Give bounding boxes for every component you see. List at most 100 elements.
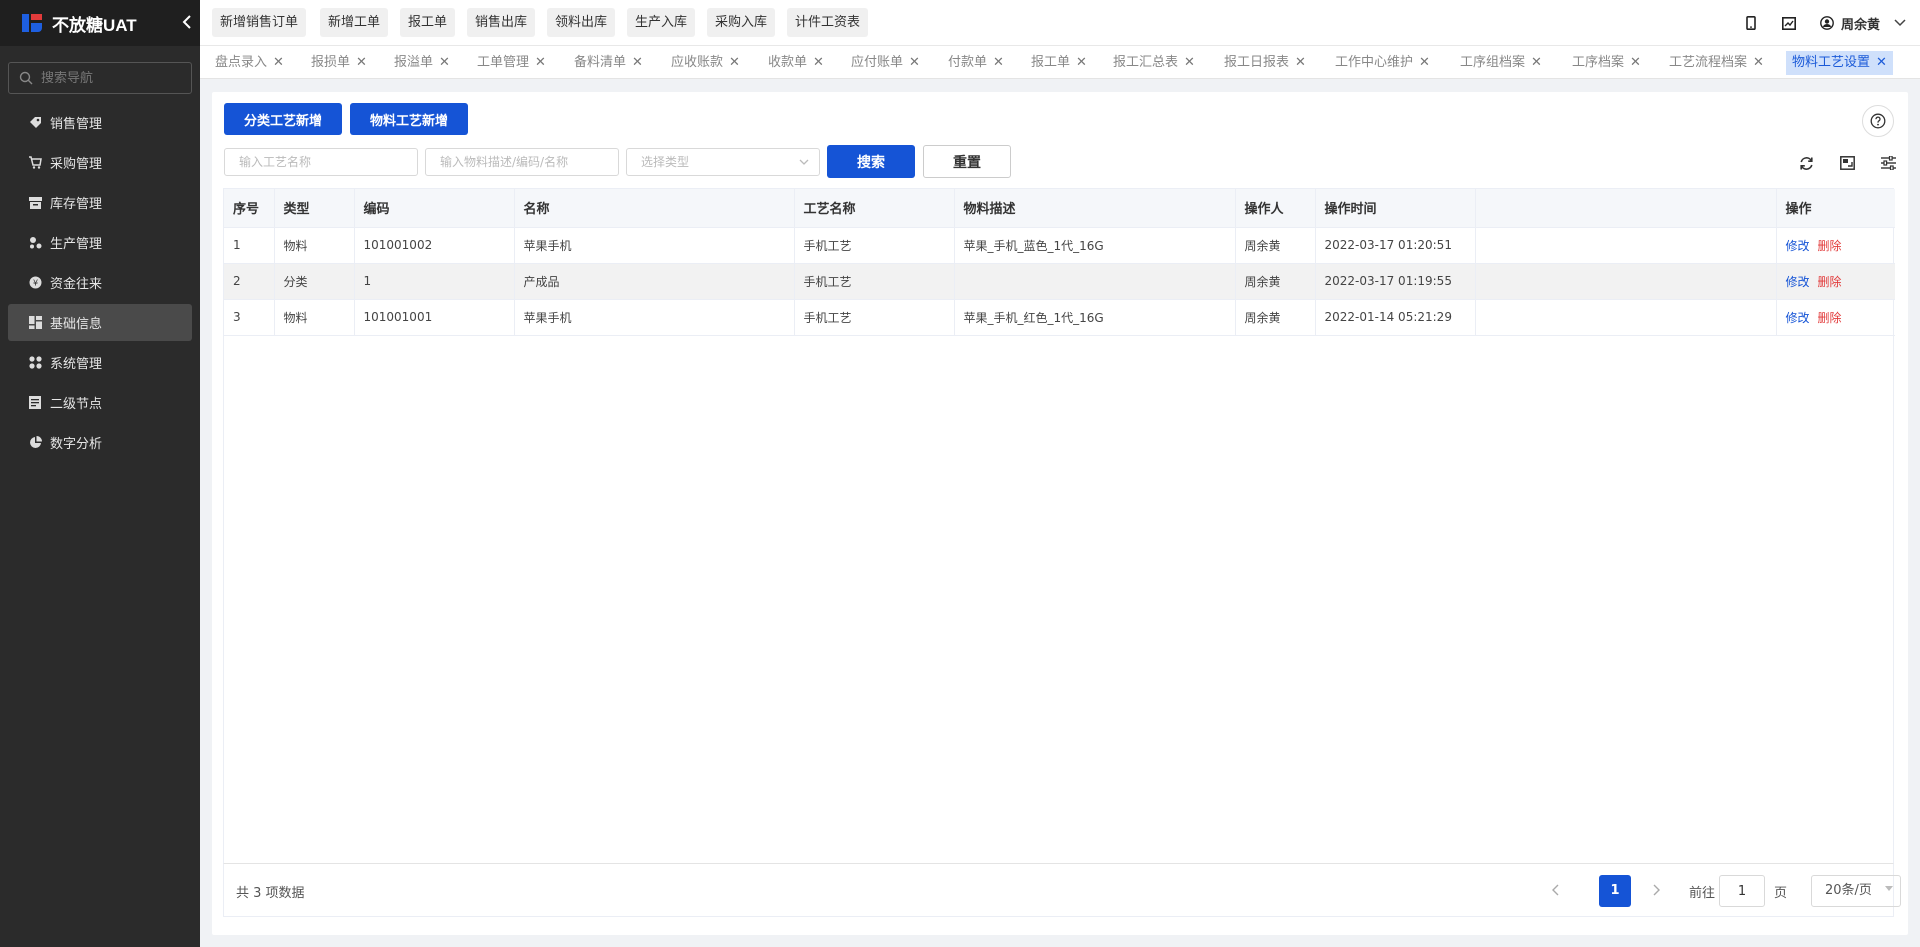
tab-material-list[interactable]: 备料清单 ✕ <box>568 51 649 75</box>
tab-process-group[interactable]: 工序组档案 ✕ <box>1454 51 1548 75</box>
tab-process-archive[interactable]: 工序档案 ✕ <box>1566 51 1647 75</box>
edit-link[interactable]: 修改 <box>1786 311 1810 325</box>
pagination: 共 3 项数据 1 前往 页 20条/页 <box>223 863 1901 917</box>
density-icon[interactable] <box>1838 154 1856 172</box>
sidebar-item-production[interactable]: 生产管理 <box>8 224 192 261</box>
close-icon[interactable]: ✕ <box>1419 51 1430 75</box>
sidebar-item-basic-info[interactable]: 基础信息 <box>8 304 192 341</box>
tab-process-flow[interactable]: 工艺流程档案 ✕ <box>1663 51 1770 75</box>
sidebar-item-inventory[interactable]: 库存管理 <box>8 184 192 221</box>
fullscreen-icon[interactable] <box>1781 15 1797 31</box>
goto-page-input[interactable] <box>1719 875 1765 907</box>
cell-desc: 苹果_手机_红色_1代_16G <box>954 299 1236 336</box>
sidebar-item-label: 资金往来 <box>50 277 103 292</box>
delete-link[interactable]: 删除 <box>1818 311 1842 325</box>
nav-search-input[interactable] <box>41 70 181 86</box>
process-name-input[interactable] <box>224 148 418 176</box>
quick-purchase-inbound-button[interactable]: 采购入库 <box>707 8 776 37</box>
quick-work-report-button[interactable]: 报工单 <box>400 8 456 37</box>
search-button[interactable]: 搜索 <box>827 145 915 178</box>
tab-work-center[interactable]: 工作中心维护 ✕ <box>1329 51 1436 75</box>
close-icon[interactable]: ✕ <box>729 51 740 75</box>
user-icon[interactable] <box>1819 15 1835 31</box>
delete-link[interactable]: 删除 <box>1818 275 1842 289</box>
close-icon[interactable]: ✕ <box>909 51 920 75</box>
close-icon[interactable]: ✕ <box>535 51 546 75</box>
dashboard-icon <box>28 316 42 330</box>
cell-desc <box>954 263 1236 300</box>
chevron-down-icon[interactable] <box>1894 19 1906 27</box>
sidebar-item-purchase[interactable]: 采购管理 <box>8 144 192 181</box>
refresh-icon[interactable] <box>1797 154 1815 172</box>
close-icon[interactable]: ✕ <box>813 51 824 75</box>
tab-material-process-settings[interactable]: 物料工艺设置 ✕ <box>1786 51 1893 75</box>
col-blank <box>1475 189 1777 228</box>
help-icon[interactable] <box>1862 105 1894 137</box>
cell-name: 苹果手机 <box>514 299 795 336</box>
top-right-tools: 周余黄 <box>1721 0 1906 46</box>
close-icon[interactable]: ✕ <box>1531 51 1542 75</box>
delete-link[interactable]: 删除 <box>1818 239 1842 253</box>
type-select[interactable]: 选择类型 <box>626 148 820 176</box>
cell-time: 2022-03-17 01:19:55 <box>1315 263 1476 300</box>
nav-search-box[interactable] <box>8 62 192 94</box>
col-code: 编码 <box>354 189 515 228</box>
tab-payables[interactable]: 应付账单 ✕ <box>845 51 926 75</box>
table-row[interactable]: 1 物料 101001002 苹果手机 手机工艺 苹果_手机_蓝色_1代_16G… <box>224 227 1895 264</box>
tab-stocktake-entry[interactable]: 盘点录入 ✕ <box>209 51 290 75</box>
reset-button[interactable]: 重置 <box>923 145 1011 178</box>
chevron-right-icon[interactable] <box>1650 882 1662 898</box>
tab-work-order-management[interactable]: 工单管理 ✕ <box>471 51 552 75</box>
close-icon[interactable]: ✕ <box>993 51 1004 75</box>
close-icon[interactable]: ✕ <box>273 51 284 75</box>
page-size-select[interactable]: 20条/页 <box>1811 875 1901 907</box>
chevron-left-icon[interactable] <box>182 15 192 29</box>
add-category-process-button[interactable]: 分类工艺新增 <box>224 103 342 135</box>
tab-overflow-report[interactable]: 报溢单 ✕ <box>388 51 456 75</box>
close-icon[interactable]: ✕ <box>1295 51 1306 75</box>
tab-work-report[interactable]: 报工单 ✕ <box>1025 51 1093 75</box>
chevron-left-icon[interactable] <box>1550 882 1562 898</box>
close-icon[interactable]: ✕ <box>1753 51 1764 75</box>
col-material-desc: 物料描述 <box>954 189 1236 228</box>
sidebar-item-secondary-node[interactable]: 二级节点 <box>8 384 192 421</box>
close-icon[interactable]: ✕ <box>1076 51 1087 75</box>
edit-link[interactable]: 修改 <box>1786 275 1810 289</box>
sidebar-item-sales[interactable]: 销售管理 <box>8 104 192 141</box>
tab-work-report-daily[interactable]: 报工日报表 ✕ <box>1218 51 1312 75</box>
material-search-input[interactable] <box>425 148 619 176</box>
close-icon[interactable]: ✕ <box>632 51 643 75</box>
edit-link[interactable]: 修改 <box>1786 239 1810 253</box>
tab-work-report-summary[interactable]: 报工汇总表 ✕ <box>1107 51 1201 75</box>
close-icon[interactable]: ✕ <box>1630 51 1641 75</box>
quick-piecework-wage-button[interactable]: 计件工资表 <box>787 8 869 37</box>
quick-material-outbound-button[interactable]: 领料出库 <box>547 8 616 37</box>
quick-new-sales-order-button[interactable]: 新增销售订单 <box>212 8 307 37</box>
table-row[interactable]: 3 物料 101001001 苹果手机 手机工艺 苹果_手机_红色_1代_16G… <box>224 299 1895 336</box>
column-settings-icon[interactable] <box>1879 154 1897 172</box>
sidebar-item-funds[interactable]: ¥ 资金往来 <box>8 264 192 301</box>
close-icon[interactable]: ✕ <box>1184 51 1195 75</box>
mobile-icon[interactable] <box>1743 15 1759 31</box>
tab-loss-report[interactable]: 报损单 ✕ <box>305 51 373 75</box>
cell-name: 苹果手机 <box>514 227 795 264</box>
tab-payment[interactable]: 付款单 ✕ <box>942 51 1010 75</box>
quick-production-inbound-button[interactable]: 生产入库 <box>627 8 696 37</box>
col-operator: 操作人 <box>1235 189 1316 228</box>
sidebar-item-label: 销售管理 <box>50 117 103 132</box>
close-icon[interactable]: ✕ <box>1876 51 1887 75</box>
quick-sales-outbound-button[interactable]: 销售出库 <box>467 8 536 37</box>
tab-receivables[interactable]: 应收账款 ✕ <box>665 51 746 75</box>
quick-new-work-order-button[interactable]: 新增工单 <box>320 8 389 37</box>
page-number-current[interactable]: 1 <box>1599 875 1631 907</box>
close-icon[interactable]: ✕ <box>439 51 450 75</box>
close-icon[interactable]: ✕ <box>356 51 367 75</box>
add-material-process-button[interactable]: 物料工艺新增 <box>350 103 468 135</box>
sidebar-item-analytics[interactable]: 数字分析 <box>8 424 192 461</box>
tab-receipt[interactable]: 收款单 ✕ <box>762 51 830 75</box>
type-select-placeholder: 选择类型 <box>641 155 690 169</box>
logo[interactable]: 不放糖UAT <box>0 0 200 46</box>
sidebar-item-system[interactable]: 系统管理 <box>8 344 192 381</box>
user-name[interactable]: 周余黄 <box>1841 14 1880 33</box>
table-row[interactable]: 2 分类 1 产成品 手机工艺 周余黄 2022-03-17 01:19:55 … <box>224 263 1895 300</box>
